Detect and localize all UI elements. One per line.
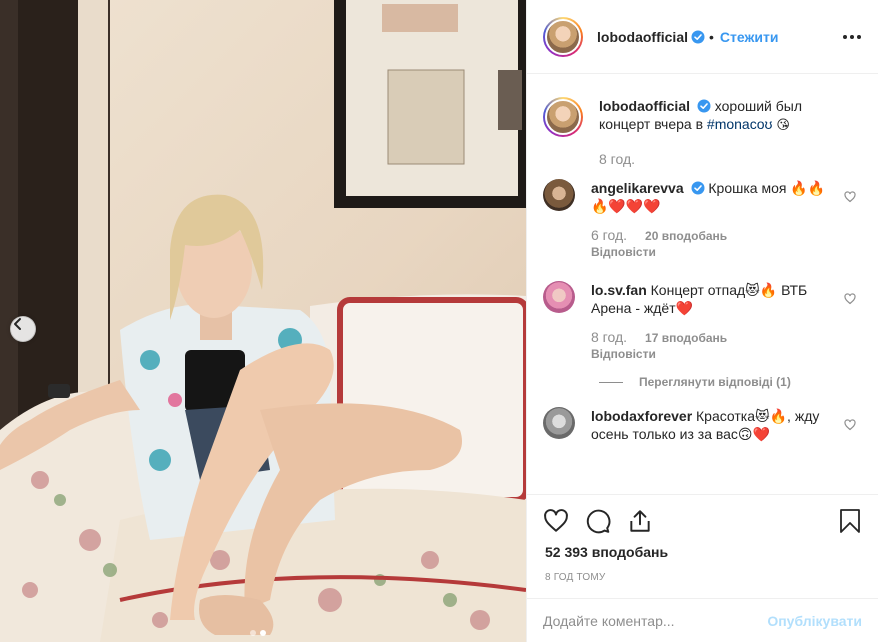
- carousel-dots: [250, 630, 266, 636]
- comment-text: angelikarevva Крошка моя 🔥🔥🔥❤️❤️❤️: [591, 179, 832, 215]
- carousel-dot[interactable]: [250, 630, 256, 636]
- caption-text: lobodaofficial хороший был концерт вчера…: [599, 97, 852, 135]
- avatar[interactable]: [543, 281, 575, 313]
- carousel-dot-active[interactable]: [260, 630, 266, 636]
- caption-body: lobodaofficial хороший был концерт вчера…: [599, 97, 862, 167]
- view-replies-line: [599, 381, 623, 383]
- verified-badge-icon: [691, 30, 705, 43]
- caption-username[interactable]: lobodaofficial: [599, 98, 690, 114]
- comment-time[interactable]: 8 год.: [591, 329, 627, 345]
- header-separator: •: [709, 28, 714, 45]
- comments-list[interactable]: lobodaofficial хороший был концерт вчера…: [527, 75, 878, 493]
- header-user: lobodaofficial • Стежити: [597, 29, 778, 45]
- comment-icon[interactable]: [585, 508, 611, 534]
- like-comment-heart-icon[interactable]: [844, 419, 856, 431]
- comment-meta: 6 год. 20 вподобань: [591, 227, 832, 243]
- heart-icon[interactable]: [543, 508, 569, 534]
- comment-item: lobodaxforever Красотка😻🔥, жду осень тол…: [543, 407, 862, 443]
- instagram-post-view: lobodaofficial • Стежити lobodaofficial: [0, 0, 878, 642]
- comment-username[interactable]: lo.sv.fan: [591, 282, 647, 298]
- reply-button[interactable]: Відповісти: [591, 245, 832, 259]
- post-timestamp[interactable]: 8 ГОД ТОМУ: [545, 572, 605, 583]
- comment-likes[interactable]: 17 вподобань: [645, 331, 727, 345]
- avatar[interactable]: [543, 97, 583, 137]
- header-username[interactable]: lobodaofficial: [597, 29, 688, 45]
- like-comment-heart-icon[interactable]: [844, 191, 856, 203]
- comment-time[interactable]: 6 год.: [591, 227, 627, 243]
- comment-composer: Опублікувати: [527, 598, 878, 642]
- post-side-panel: lobodaofficial • Стежити lobodaofficial: [526, 0, 878, 642]
- post-comment-button[interactable]: Опублікувати: [767, 613, 862, 629]
- more-horizontal-icon[interactable]: [842, 34, 862, 40]
- comment-meta: 8 год. 17 вподобань: [591, 329, 832, 345]
- avatar[interactable]: [543, 407, 575, 439]
- view-replies-button[interactable]: Переглянути відповіді (1): [599, 375, 862, 389]
- comment-text: lobodaxforever Красотка😻🔥, жду осень тол…: [591, 407, 832, 443]
- verified-badge-icon: [691, 181, 705, 195]
- post-actions: [527, 494, 878, 546]
- comment-likes[interactable]: 20 вподобань: [645, 229, 727, 243]
- follow-button[interactable]: Стежити: [720, 29, 779, 45]
- comment-item: angelikarevva Крошка моя 🔥🔥🔥❤️❤️❤️ 6 год…: [543, 179, 862, 259]
- caption: lobodaofficial хороший был концерт вчера…: [543, 97, 862, 167]
- avatar[interactable]: [543, 16, 583, 57]
- comment-body: lo.sv.fan Концерт отпад😻🔥 ВТБ Арена - жд…: [591, 281, 862, 361]
- verified-badge-icon: [697, 99, 711, 113]
- comment-item: lo.sv.fan Концерт отпад😻🔥 ВТБ Арена - жд…: [543, 281, 862, 361]
- chevron-left-icon: [14, 318, 21, 330]
- view-replies-label: Переглянути відповіді (1): [639, 375, 791, 389]
- comment-body: lobodaxforever Красотка😻🔥, жду осень тол…: [591, 407, 862, 443]
- post-photo[interactable]: [0, 0, 526, 642]
- caption-emoji: 😘: [776, 118, 790, 133]
- comment-text: lo.sv.fan Концерт отпад😻🔥 ВТБ Арена - жд…: [591, 281, 832, 317]
- photo-illustration: [0, 0, 526, 642]
- bookmark-icon[interactable]: [838, 508, 862, 534]
- comment-input[interactable]: [543, 612, 768, 629]
- previous-photo-button[interactable]: [10, 316, 36, 342]
- caption-hashtag[interactable]: #monacoʊ: [707, 116, 773, 132]
- likes-count[interactable]: 52 393 вподобань: [545, 544, 668, 560]
- avatar[interactable]: [543, 179, 575, 211]
- like-comment-heart-icon[interactable]: [844, 293, 856, 305]
- caption-meta: 8 год.: [599, 151, 852, 167]
- comment-body: angelikarevva Крошка моя 🔥🔥🔥❤️❤️❤️ 6 год…: [591, 179, 862, 259]
- comment-username[interactable]: lobodaxforever: [591, 408, 692, 424]
- reply-button[interactable]: Відповісти: [591, 347, 832, 361]
- post-header: lobodaofficial • Стежити: [527, 0, 878, 74]
- share-icon[interactable]: [627, 508, 653, 534]
- caption-time[interactable]: 8 год.: [599, 151, 635, 167]
- comment-username[interactable]: angelikarevva: [591, 180, 684, 196]
